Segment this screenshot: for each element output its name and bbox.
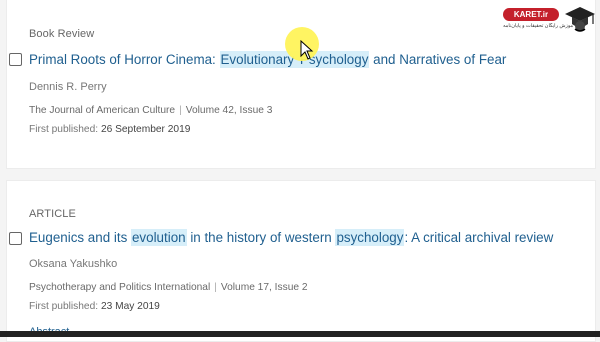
- title-text: Primal Roots of Horror Cinema:: [29, 52, 220, 67]
- published-label: First published:: [29, 124, 99, 135]
- journal-name-link[interactable]: Psychotherapy and Politics International: [29, 282, 210, 293]
- select-checkbox[interactable]: [9, 232, 22, 245]
- separator: |: [214, 282, 217, 293]
- volume-issue-link[interactable]: Volume 42, Issue 3: [186, 105, 273, 116]
- journal-name-link[interactable]: The Journal of American Culture: [29, 105, 175, 116]
- title-highlight: evolution: [130, 229, 187, 246]
- bottom-bar: [0, 331, 600, 337]
- title-text: : A critical archival review: [404, 230, 554, 245]
- author-link[interactable]: Dennis R. Perry: [29, 81, 107, 93]
- volume-issue-link[interactable]: Volume 17, Issue 2: [221, 282, 308, 293]
- title-text: and Narratives of Fear: [369, 52, 507, 67]
- logo-badge: KARET.ir: [503, 8, 559, 21]
- journal-info: Psychotherapy and Politics International…: [29, 282, 308, 293]
- title-highlight: psychology: [335, 229, 405, 246]
- select-checkbox[interactable]: [9, 53, 22, 66]
- published-date: 23 May 2019: [100, 301, 160, 312]
- published-date: 26 September 2019: [100, 124, 191, 135]
- journal-info: The Journal of American Culture | Volume 4…: [29, 105, 272, 116]
- graduation-cap-icon: [565, 7, 595, 32]
- author-link[interactable]: Oksana Yakushko: [29, 258, 117, 270]
- article-title-link[interactable]: Eugenics and its evolution in the histor…: [29, 229, 554, 246]
- publication-date: First published: 23 May 2019: [29, 301, 160, 312]
- publication-date: First published: 26 September 2019: [29, 124, 190, 135]
- title-text: in the history of western: [186, 230, 336, 245]
- published-label: First published:: [29, 301, 99, 312]
- article-title-link[interactable]: Primal Roots of Horror Cinema: Evolution…: [29, 51, 507, 68]
- result-card: ARTICLE Eugenics and its evolution in th…: [6, 180, 596, 342]
- content-type-label: ARTICLE: [29, 208, 76, 220]
- watermark-logo: KARET.ir آموزش رایگان تحقیقات و پایان‌نا…: [503, 4, 598, 38]
- mouse-pointer-icon: [300, 40, 314, 60]
- content-type-label: Book Review: [29, 28, 95, 40]
- title-text: Eugenics and its: [29, 230, 131, 245]
- separator: |: [179, 105, 182, 116]
